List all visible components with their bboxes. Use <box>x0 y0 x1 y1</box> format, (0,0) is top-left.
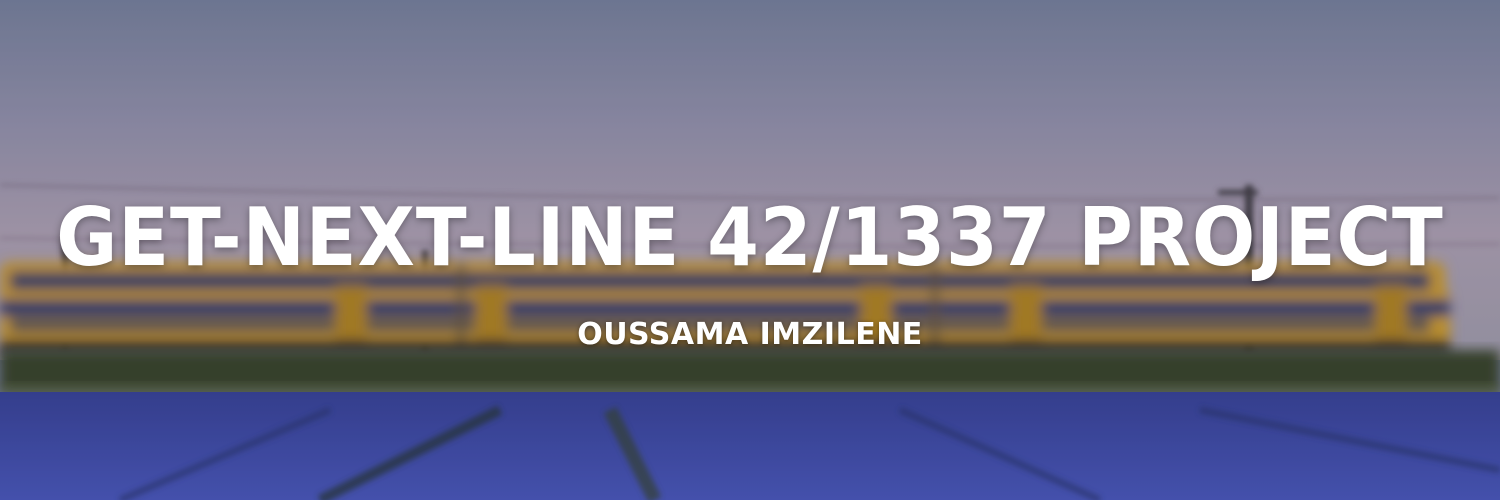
text-overlay: GET-NEXT-LINE 42/1337 PROJECT OUSSAMA IM… <box>0 0 1500 500</box>
banner-title: GET-NEXT-LINE 42/1337 PROJECT <box>56 191 1444 284</box>
banner: GET-NEXT-LINE 42/1337 PROJECT OUSSAMA IM… <box>0 0 1500 500</box>
author-name: OUSSAMA IMZILENE <box>577 317 923 352</box>
